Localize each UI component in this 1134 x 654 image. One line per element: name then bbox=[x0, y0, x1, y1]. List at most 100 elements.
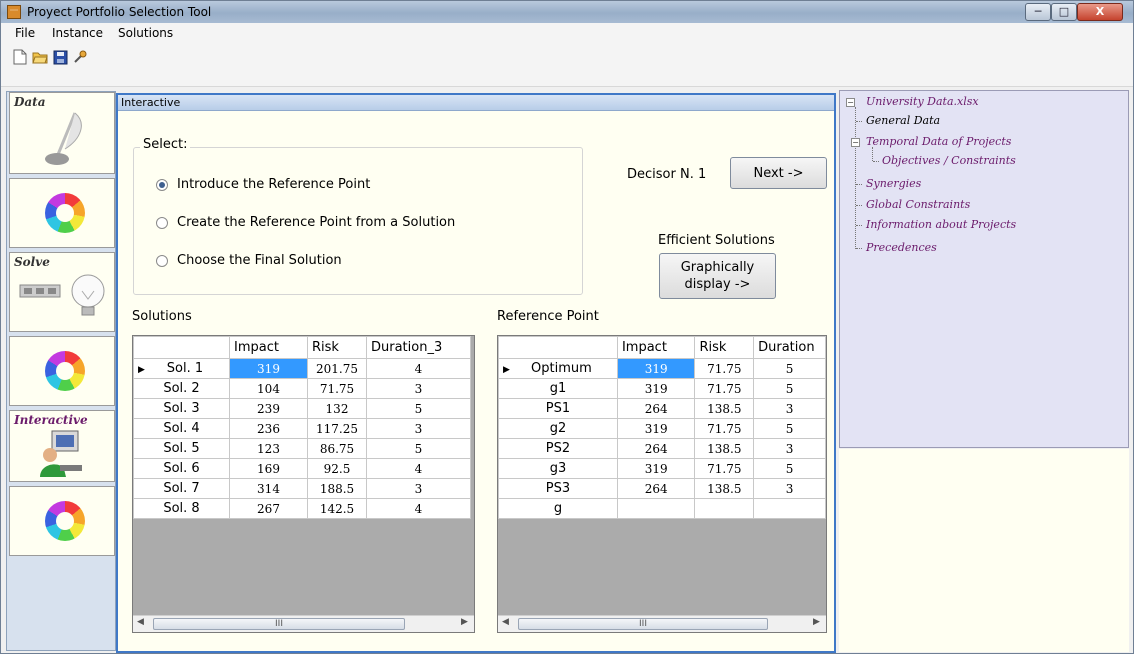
solutions-hscrollbar[interactable]: ◀ III ▶ bbox=[133, 615, 474, 632]
risk-cell[interactable]: 138.5 bbox=[694, 438, 755, 459]
impact-cell[interactable]: 236 bbox=[229, 418, 308, 439]
radio-create-reference[interactable]: Create the Reference Point from a Soluti… bbox=[156, 215, 455, 230]
impact-cell[interactable]: 319 bbox=[616, 418, 696, 439]
impact-cell[interactable]: 264 bbox=[616, 398, 696, 419]
scroll-thumb[interactable]: III bbox=[153, 618, 405, 630]
row-name-cell[interactable]: Sol. 7 bbox=[133, 478, 230, 499]
duration-cell[interactable]: 4 bbox=[366, 458, 471, 479]
risk-cell[interactable]: 132 bbox=[307, 398, 367, 419]
table-row[interactable]: Sol. 6 169 92.5 4 bbox=[133, 458, 471, 479]
nav-step-2[interactable] bbox=[9, 178, 115, 248]
duration-cell[interactable]: 4 bbox=[366, 358, 471, 379]
risk-cell[interactable]: 92.5 bbox=[307, 458, 367, 479]
duration-cell[interactable]: 5 bbox=[366, 398, 471, 419]
nav-step-4[interactable] bbox=[9, 336, 115, 406]
col-header[interactable] bbox=[498, 336, 618, 359]
radio-choose-final[interactable]: Choose the Final Solution bbox=[156, 253, 342, 268]
tree-global-constraints[interactable]: Global Constraints bbox=[866, 198, 970, 211]
table-row[interactable]: g2 319 71.75 5 bbox=[498, 418, 826, 439]
impact-cell[interactable]: 104 bbox=[229, 378, 308, 399]
tree-temporal-data[interactable]: Temporal Data of Projects bbox=[866, 135, 1011, 148]
risk-cell[interactable]: 71.75 bbox=[307, 378, 367, 399]
impact-cell[interactable]: 319 bbox=[616, 358, 696, 379]
menu-solutions[interactable]: Solutions bbox=[118, 26, 173, 40]
row-name-cell[interactable]: Sol. 4 bbox=[133, 418, 230, 439]
next-button[interactable]: Next -> bbox=[730, 157, 827, 189]
row-name-cell[interactable]: Sol. 5 bbox=[133, 438, 230, 459]
row-name-cell[interactable]: g2 bbox=[498, 418, 618, 439]
row-name-cell[interactable]: Sol. 8 bbox=[133, 498, 230, 519]
row-name-cell[interactable]: g bbox=[498, 498, 618, 519]
col-header-duration[interactable]: Duration_3 bbox=[366, 336, 471, 359]
duration-cell[interactable]: 5 bbox=[366, 438, 471, 459]
new-file-icon[interactable] bbox=[11, 48, 29, 66]
impact-cell[interactable]: 169 bbox=[229, 458, 308, 479]
duration-cell[interactable]: 3 bbox=[753, 478, 826, 499]
row-name-cell[interactable]: g3 bbox=[498, 458, 618, 479]
nav-solve[interactable]: Solve bbox=[9, 252, 115, 332]
graphically-display-button[interactable]: Graphically display -> bbox=[659, 253, 776, 299]
menu-instance[interactable]: Instance bbox=[52, 26, 103, 40]
duration-cell[interactable]: 5 bbox=[753, 378, 826, 399]
scroll-thumb[interactable]: III bbox=[518, 618, 768, 630]
table-row[interactable]: Sol. 7 314 188.5 3 bbox=[133, 478, 471, 499]
row-name-cell[interactable]: PS2 bbox=[498, 438, 618, 459]
close-button[interactable]: X bbox=[1077, 3, 1123, 21]
duration-cell[interactable]: 4 bbox=[366, 498, 471, 519]
scroll-left-icon[interactable]: ◀ bbox=[137, 617, 144, 627]
row-name-cell[interactable]: Sol. 3 bbox=[133, 398, 230, 419]
col-header[interactable] bbox=[133, 336, 230, 359]
table-row[interactable]: Sol. 8 267 142.5 4 bbox=[133, 498, 471, 519]
nav-data[interactable]: Data bbox=[9, 92, 115, 174]
row-name-cell[interactable]: Sol. 2 bbox=[133, 378, 230, 399]
collapse-icon[interactable]: − bbox=[846, 98, 855, 107]
scroll-right-icon[interactable]: ▶ bbox=[461, 617, 468, 627]
duration-cell[interactable]: 5 bbox=[753, 458, 826, 479]
table-row[interactable]: g bbox=[498, 498, 826, 519]
wrench-icon[interactable] bbox=[71, 48, 89, 66]
row-name-cell[interactable]: PS1 bbox=[498, 398, 618, 419]
table-row[interactable]: ▶ Optimum 319 71.75 5 bbox=[498, 358, 826, 379]
row-name-cell[interactable]: ▶ Optimum bbox=[498, 358, 618, 379]
save-icon[interactable] bbox=[51, 48, 69, 66]
scroll-right-icon[interactable]: ▶ bbox=[813, 617, 820, 627]
table-row[interactable]: Sol. 3 239 132 5 bbox=[133, 398, 471, 419]
risk-cell[interactable]: 71.75 bbox=[694, 418, 755, 439]
impact-cell[interactable]: 123 bbox=[229, 438, 308, 459]
impact-cell[interactable] bbox=[616, 498, 696, 519]
minimize-button[interactable]: ─ bbox=[1025, 3, 1051, 21]
row-name-cell[interactable]: ▶ Sol. 1 bbox=[133, 358, 230, 379]
risk-cell[interactable]: 138.5 bbox=[694, 478, 755, 499]
impact-cell[interactable]: 239 bbox=[229, 398, 308, 419]
reference-grid[interactable]: Impact Risk Duration ▶ Optimum 319 71.75 5 g1… bbox=[497, 335, 827, 633]
duration-cell[interactable]: 3 bbox=[753, 438, 826, 459]
risk-cell[interactable]: 188.5 bbox=[307, 478, 367, 499]
table-row[interactable]: PS1 264 138.5 3 bbox=[498, 398, 826, 419]
row-name-cell[interactable]: g1 bbox=[498, 378, 618, 399]
duration-cell[interactable]: 5 bbox=[753, 418, 826, 439]
duration-cell[interactable]: 3 bbox=[366, 418, 471, 439]
impact-cell[interactable]: 267 bbox=[229, 498, 308, 519]
radio-dot[interactable] bbox=[156, 178, 168, 191]
solutions-grid[interactable]: Impact Risk Duration_3 ▶ Sol. 1 319 201.75 4… bbox=[132, 335, 475, 633]
risk-cell[interactable]: 142.5 bbox=[307, 498, 367, 519]
risk-cell[interactable]: 71.75 bbox=[694, 358, 755, 379]
radio-dot[interactable] bbox=[156, 216, 168, 229]
row-name-cell[interactable]: PS3 bbox=[498, 478, 618, 499]
risk-cell[interactable]: 71.75 bbox=[694, 378, 755, 399]
col-header-duration[interactable]: Duration bbox=[753, 336, 826, 359]
col-header-impact[interactable]: Impact bbox=[229, 336, 308, 359]
tree-objectives-constraints[interactable]: Objectives / Constraints bbox=[882, 154, 1016, 167]
open-folder-icon[interactable] bbox=[31, 48, 49, 66]
table-row[interactable]: g3 319 71.75 5 bbox=[498, 458, 826, 479]
risk-cell[interactable]: 86.75 bbox=[307, 438, 367, 459]
duration-cell[interactable]: 3 bbox=[366, 478, 471, 499]
risk-cell[interactable]: 138.5 bbox=[694, 398, 755, 419]
nav-step-6[interactable] bbox=[9, 486, 115, 556]
impact-cell[interactable]: 319 bbox=[616, 378, 696, 399]
nav-interactive[interactable]: Interactive bbox=[9, 410, 115, 482]
reference-hscrollbar[interactable]: ◀ III ▶ bbox=[498, 615, 826, 632]
table-row[interactable]: ▶ Sol. 1 319 201.75 4 bbox=[133, 358, 471, 379]
table-row[interactable]: g1 319 71.75 5 bbox=[498, 378, 826, 399]
maximize-button[interactable]: □ bbox=[1051, 3, 1077, 21]
